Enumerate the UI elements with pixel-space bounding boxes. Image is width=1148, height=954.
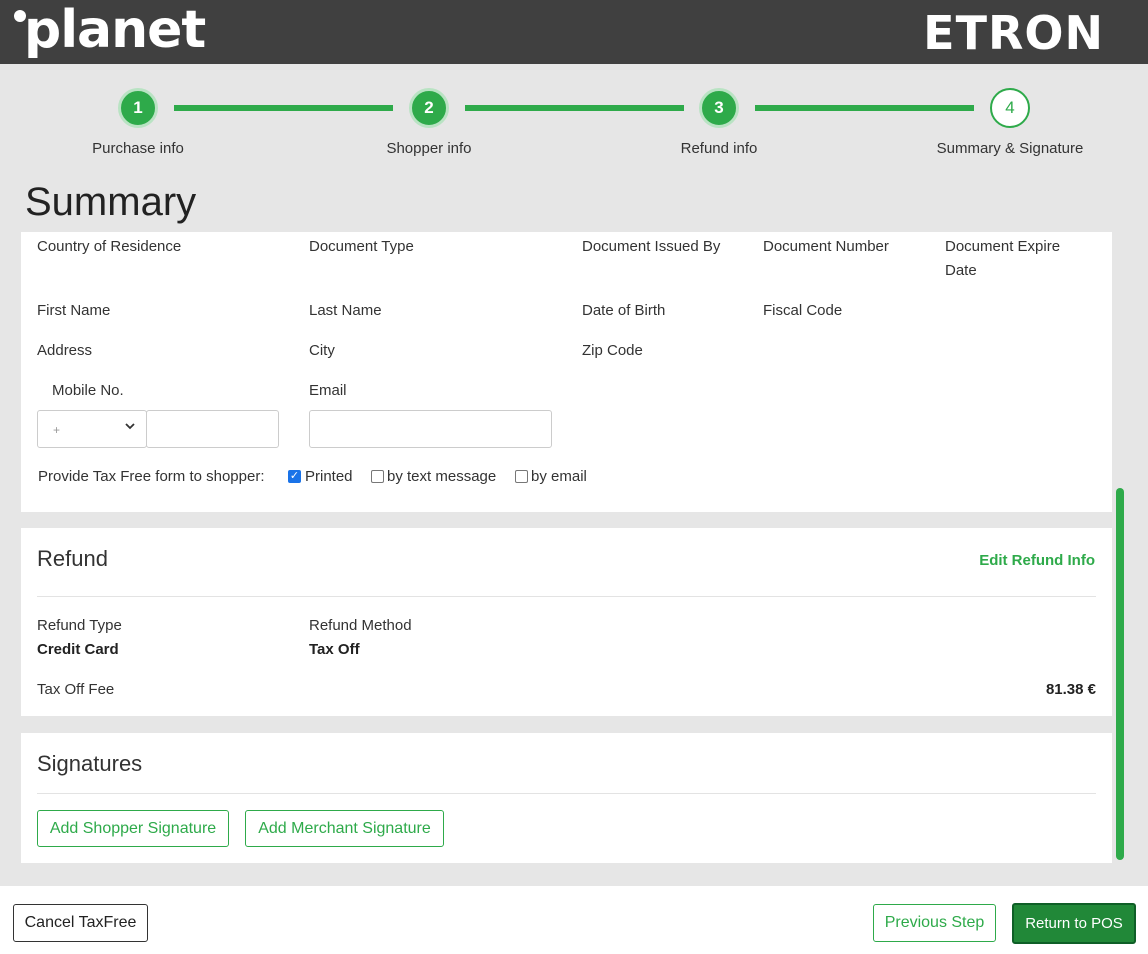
document-type-label: Document Type <box>309 238 414 255</box>
printed-checkbox[interactable]: ✓ <box>288 470 301 483</box>
previous-step-button[interactable]: Previous Step <box>873 904 996 942</box>
step-label: Purchase info <box>92 140 184 157</box>
provide-form-label: Provide Tax Free form to shopper: <box>38 468 265 485</box>
signatures-card: Signatures Add Shopper Signature Add Mer… <box>21 733 1112 863</box>
first-name-label: First Name <box>37 302 111 319</box>
step-refund-info[interactable]: 3 Refund info <box>619 88 819 157</box>
shopper-info-card: Country of Residence Document Type Docum… <box>21 232 1112 512</box>
step-purchase-info[interactable]: 1 Purchase info <box>38 88 238 157</box>
step-label: Shopper info <box>386 140 472 157</box>
step-summary-signature: 4 Summary & Signature <box>910 88 1110 157</box>
tax-off-fee-label: Tax Off Fee <box>37 681 115 698</box>
country-code-value: + <box>53 423 61 437</box>
signatures-title: Signatures <box>37 751 143 776</box>
email-option-label: by email <box>531 468 587 485</box>
text-message-checkbox[interactable] <box>371 470 384 483</box>
zip-code-label: Zip Code <box>582 342 643 359</box>
refund-type-value: Credit Card <box>37 641 119 658</box>
fiscal-code-label: Fiscal Code <box>763 302 843 319</box>
progress-stepper: 1 Purchase info 2 Shopper info 3 Refund … <box>0 64 1148 174</box>
city-label: City <box>309 342 335 359</box>
footer-bar: Cancel TaxFree Previous Step Return to P… <box>0 886 1148 954</box>
refund-card: Refund Edit Refund Info Refund Type Cred… <box>21 528 1112 716</box>
add-shopper-signature-button[interactable]: Add Shopper Signature <box>37 810 229 847</box>
chevron-down-icon <box>124 419 136 435</box>
mobile-label: Mobile No. <box>52 382 124 399</box>
top-bar: planet ETRON <box>0 0 1148 64</box>
refund-method-label: Refund Method <box>309 617 412 634</box>
email-checkbox[interactable] <box>515 470 528 483</box>
return-to-pos-button[interactable]: Return to POS <box>1012 903 1136 944</box>
page-title: Summary <box>25 180 197 224</box>
edit-refund-info-link[interactable]: Edit Refund Info <box>979 552 1095 569</box>
divider <box>37 596 1096 597</box>
date-of-birth-label: Date of Birth <box>582 302 666 319</box>
step-number: 4 <box>990 88 1030 128</box>
planet-logo: planet <box>12 2 206 58</box>
refund-title: Refund <box>37 546 108 571</box>
printed-option-label: Printed <box>305 468 353 485</box>
refund-method-value: Tax Off <box>309 641 360 658</box>
etron-logo: ETRON <box>923 6 1104 60</box>
document-issued-label: Document Issued By <box>582 238 721 255</box>
refund-type-label: Refund Type <box>37 617 122 634</box>
address-label: Address <box>37 342 93 359</box>
email-input[interactable] <box>309 410 552 448</box>
step-label: Refund info <box>680 140 758 157</box>
mobile-number-input[interactable] <box>146 410 279 448</box>
tax-off-fee-value: 81.38 € <box>1045 681 1096 698</box>
email-label: Email <box>309 382 347 399</box>
step-label: Summary & Signature <box>936 140 1084 157</box>
text-message-option-label: by text message <box>387 468 497 485</box>
step-number: 1 <box>118 88 158 128</box>
cancel-taxfree-button[interactable]: Cancel TaxFree <box>13 904 148 942</box>
step-number: 2 <box>409 88 449 128</box>
document-number-label: Document Number <box>763 238 889 255</box>
country-code-select[interactable]: + <box>37 410 147 448</box>
document-expire-label: Document Expire Date <box>945 238 1061 279</box>
step-shopper-info[interactable]: 2 Shopper info <box>329 88 529 157</box>
country-label: Country of Residence <box>37 238 182 255</box>
divider <box>37 793 1096 794</box>
add-merchant-signature-button[interactable]: Add Merchant Signature <box>245 810 444 847</box>
step-number: 3 <box>699 88 739 128</box>
last-name-label: Last Name <box>309 302 382 319</box>
scrollbar-thumb[interactable] <box>1116 488 1124 860</box>
